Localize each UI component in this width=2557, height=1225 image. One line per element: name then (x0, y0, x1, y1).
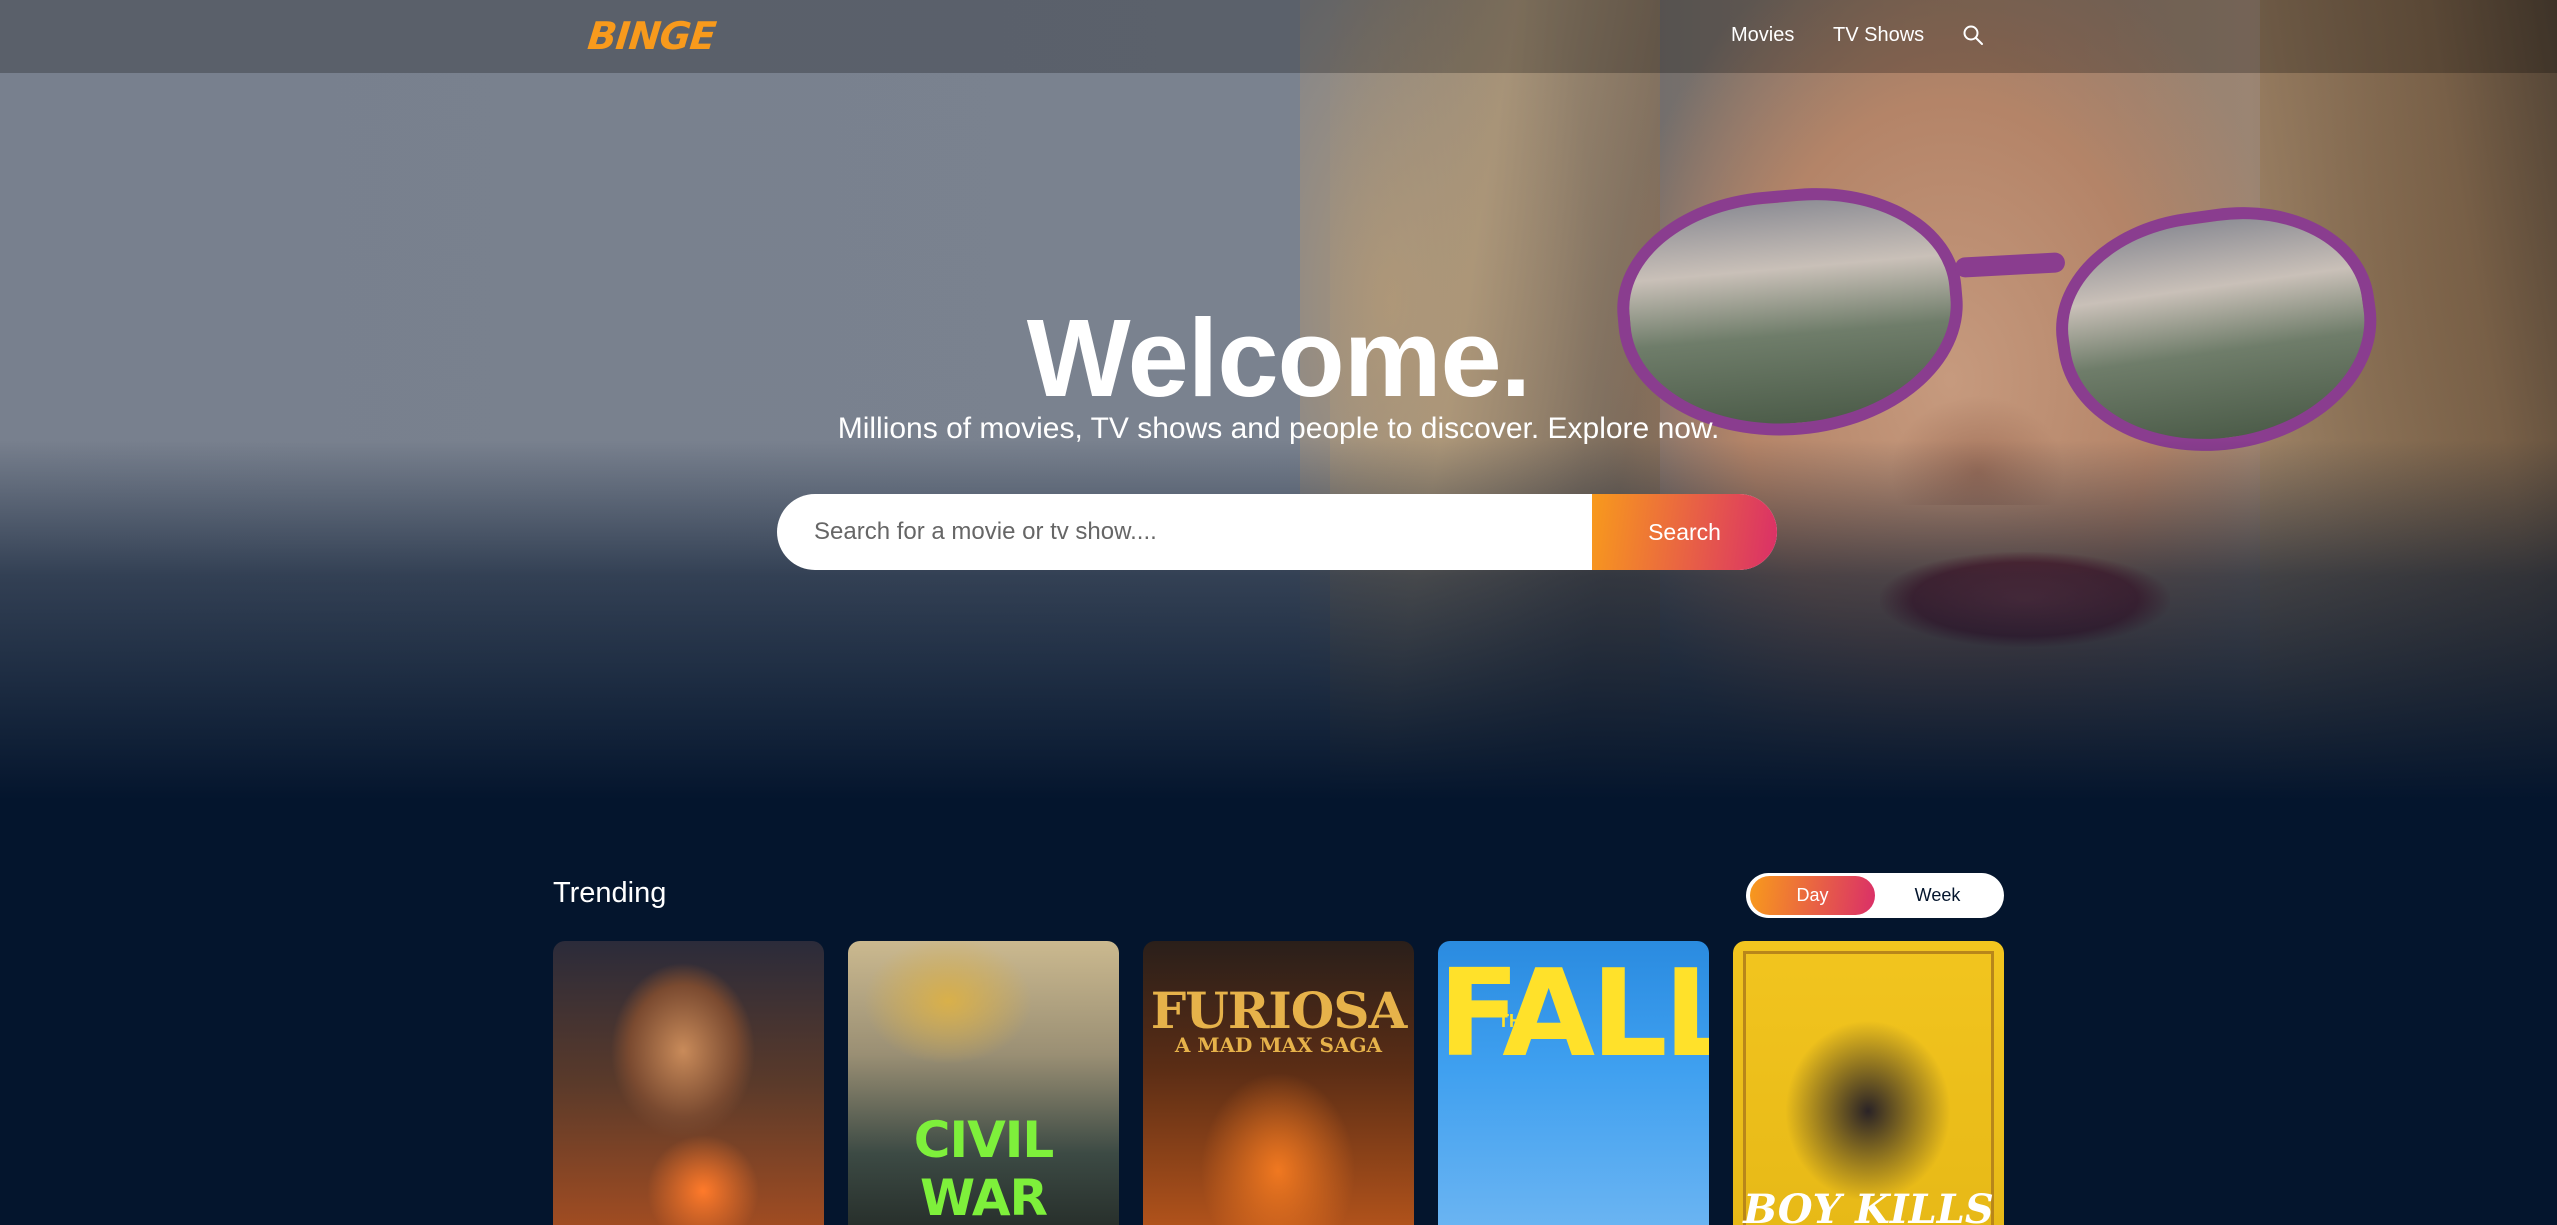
hero-search-button[interactable]: Search (1592, 494, 1777, 570)
hero-subtitle: Millions of movies, TV shows and people … (837, 412, 1720, 445)
hero-search-input[interactable] (777, 494, 1592, 570)
movie-poster-card[interactable]: FURIOSA A MAD MAX SAGA (1143, 941, 1414, 1225)
poster-title: FURIOSA (1150, 981, 1408, 1040)
trending-tab-day[interactable]: Day (1750, 876, 1875, 915)
poster-frame (1743, 951, 1994, 1225)
trending-time-toggle: Day Week (1746, 873, 2004, 918)
movie-poster-card[interactable]: BOY KILLS (1733, 941, 2004, 1225)
movie-poster-card[interactable] (553, 941, 824, 1225)
brand-logo[interactable]: BINGE (586, 14, 718, 58)
poster-title: BOY KILLS (1743, 1186, 1994, 1225)
hero-title: Welcome. (1026, 297, 1532, 420)
hero-search-bar: Search (777, 494, 1777, 570)
movie-poster-card[interactable]: THE FALL (1438, 941, 1709, 1225)
nav-movies-link[interactable]: Movies (1731, 24, 1794, 47)
top-header: BINGE Movies TV Shows (0, 0, 2557, 73)
poster-title: FALL (1438, 945, 1709, 1084)
poster-subtitle: A MAD MAX SAGA (1174, 1033, 1383, 1057)
nav-tv-shows-link[interactable]: TV Shows (1833, 24, 1924, 47)
poster-title: CIVIL WAR (913, 1111, 1054, 1225)
movie-poster-card[interactable]: CIVIL WAR (848, 941, 1119, 1225)
trending-section-title: Trending (553, 877, 667, 909)
trending-tab-week[interactable]: Week (1875, 876, 2000, 915)
search-icon[interactable] (1962, 24, 1984, 46)
